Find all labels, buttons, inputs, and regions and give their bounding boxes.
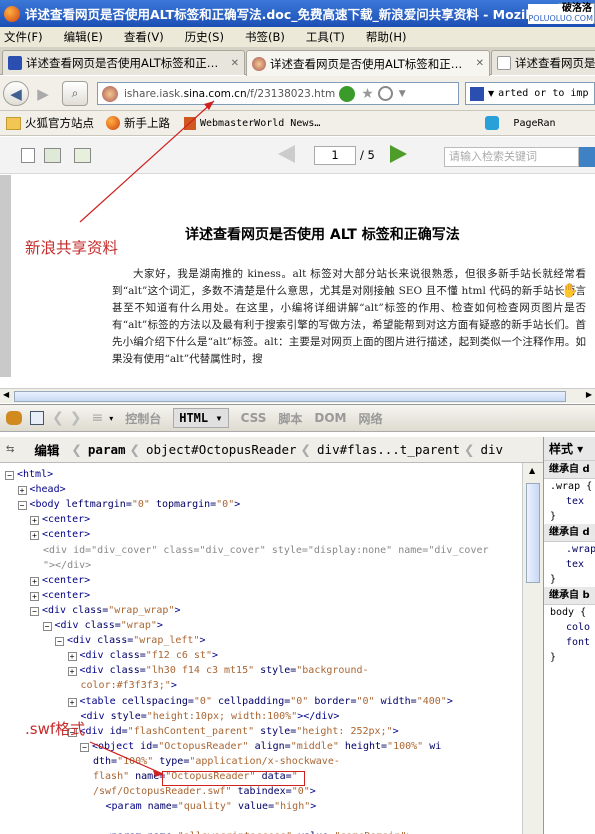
annotation-arrows [79,100,215,777]
